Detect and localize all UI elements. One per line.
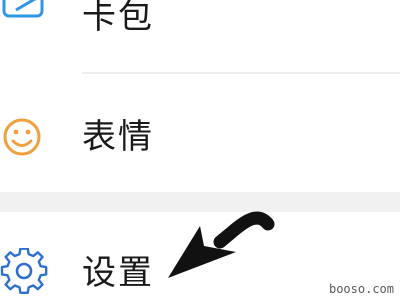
menu-item-emoji[interactable]: 表情 (0, 74, 400, 192)
wallet-icon (0, 0, 50, 30)
watermark: booso.com (328, 282, 394, 296)
menu-item-label: 设置 (82, 253, 154, 293)
menu-item-label: 表情 (82, 117, 154, 157)
pointer-arrow-icon (160, 196, 280, 286)
smiley-icon (0, 112, 50, 162)
gear-icon (0, 248, 50, 298)
menu-item-label: 卡包 (82, 0, 154, 37)
menu-item-wallet[interactable]: 卡包 (0, 0, 400, 72)
settings-menu-screen: 卡包 表情 设置 booso.com (0, 0, 400, 300)
